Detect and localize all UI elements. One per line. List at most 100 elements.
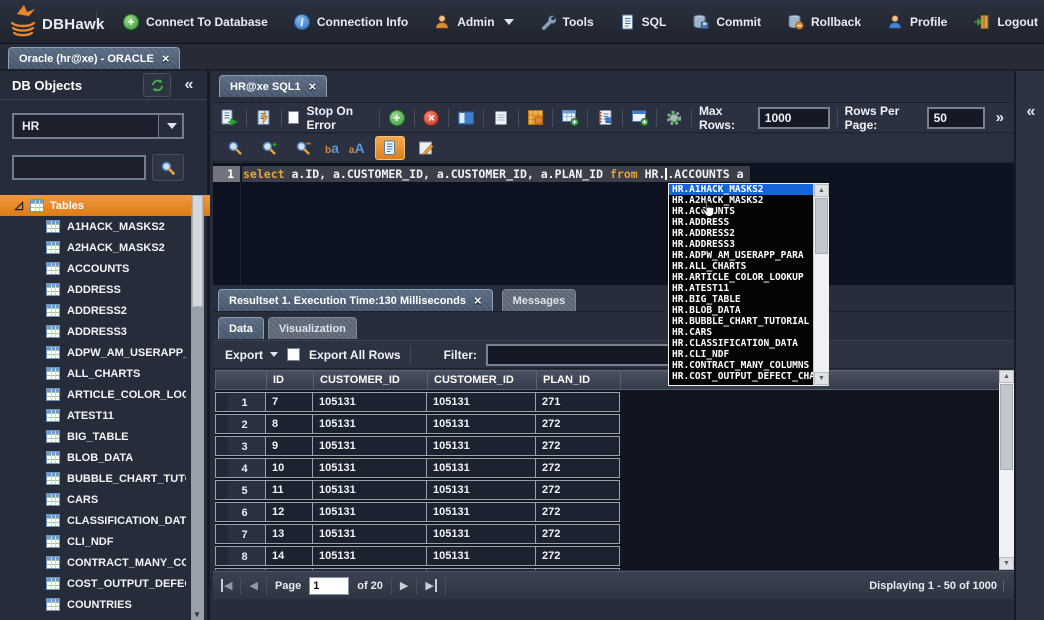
filter-input[interactable] <box>486 344 686 366</box>
refresh-button[interactable] <box>143 73 171 97</box>
autocomplete-item[interactable]: HR.BUBBLE_CHART_TUTORIAL <box>669 316 813 327</box>
scroll-down-icon[interactable]: ▼ <box>999 557 1014 570</box>
sidebar-search-input[interactable] <box>12 155 146 180</box>
nav-rollback[interactable]: Rollback <box>787 14 861 30</box>
cell-customer-id[interactable]: 105131 <box>312 568 427 570</box>
sql-code-line[interactable]: select a.ID, a.CUSTOMER_ID, a.CUSTOMER_I… <box>242 166 750 182</box>
cell-id[interactable]: 12 <box>265 502 313 522</box>
scroll-down-icon[interactable]: ▼ <box>814 372 829 385</box>
sidebar-item-table[interactable]: ARTICLE_COLOR_LOOKUP <box>0 384 186 405</box>
cell-id[interactable]: 11 <box>265 480 313 500</box>
cell-customer-id[interactable]: 105131 <box>312 502 427 522</box>
autocomplete-item[interactable]: HR.ATEST11 <box>669 283 813 294</box>
export-all-rows-checkbox[interactable] <box>287 348 300 361</box>
cell-customer-id-2[interactable]: 105131 <box>426 458 536 478</box>
nav-logout[interactable]: Logout <box>973 14 1038 30</box>
cell-plan-id[interactable]: 272 <box>535 524 620 544</box>
sql-history-button[interactable] <box>595 107 615 129</box>
sidebar-item-table[interactable]: ATEST11 <box>0 405 186 426</box>
autocomplete-item[interactable]: HR.CONTRACT_MANY_COLUMNS <box>669 360 813 371</box>
cell-customer-id-2[interactable]: 105131 <box>426 502 536 522</box>
tab-resultset-1[interactable]: Resultset 1. Execution Time:130 Millisec… <box>218 289 493 311</box>
column-header-customer-id[interactable]: CUSTOMER_ID <box>313 370 428 390</box>
cell-plan-id[interactable]: 272 <box>535 458 620 478</box>
cell-customer-id-2[interactable]: 105131 <box>426 436 536 456</box>
sidebar-item-table[interactable]: ACCOUNTS <box>0 258 186 279</box>
table-row[interactable]: 1 7 105131 105131 271 <box>215 392 1012 412</box>
cell-customer-id[interactable]: 105131 <box>312 524 427 544</box>
max-rows-input[interactable] <box>758 107 830 129</box>
dbhawk-logo[interactable]: DBHawk <box>8 2 105 40</box>
scroll-down-icon[interactable]: ▼ <box>193 610 201 619</box>
autocomplete-item[interactable]: HR.A2HACK_MASKS2 <box>669 195 813 206</box>
tree-scrollbar-thumb[interactable] <box>192 195 203 307</box>
sidebar-item-table[interactable]: BIG_TABLE <box>0 426 186 447</box>
sidebar-item-table[interactable]: CLI_NDF <box>0 531 186 552</box>
scroll-up-icon[interactable]: ▲ <box>999 370 1014 383</box>
settings-button[interactable] <box>664 107 684 129</box>
tab-data[interactable]: Data <box>218 317 264 339</box>
document-button[interactable] <box>491 107 511 129</box>
page-number-input[interactable] <box>309 577 349 595</box>
cell-customer-id-2[interactable]: 105131 <box>426 568 536 570</box>
column-header-customer-id-2[interactable]: CUSTOMER_ID <box>427 370 537 390</box>
sidebar-item-table[interactable]: ADDRESS3 <box>0 321 186 342</box>
cell-plan-id[interactable]: 272 <box>535 568 620 570</box>
nav-profile[interactable]: Profile <box>887 14 947 30</box>
autocomplete-item[interactable]: HR.ARTICLE_COLOR_LOOKUP <box>669 272 813 283</box>
lowercase-button[interactable]: ba <box>325 140 339 156</box>
cell-customer-id-2[interactable]: 105131 <box>426 546 536 566</box>
autocomplete-item[interactable]: HR.COST_OUTPUT_DEFECT_CHA <box>669 371 813 382</box>
run-sql-button[interactable] <box>219 107 239 129</box>
first-page-button[interactable]: ◀ <box>221 579 232 592</box>
zoom-in-button[interactable] <box>257 137 281 159</box>
new-result-panel-button[interactable] <box>456 107 476 129</box>
nav-tools[interactable]: Tools <box>540 14 594 30</box>
cell-plan-id[interactable]: 271 <box>535 392 620 412</box>
autocomplete-item[interactable]: HR.BIG_TABLE <box>669 294 813 305</box>
nav-admin[interactable]: Admin <box>434 14 513 30</box>
uppercase-button[interactable]: aA <box>349 140 365 156</box>
sidebar-item-table[interactable]: BLOB_DATA <box>0 447 186 468</box>
table-row[interactable]: 4 10 105131 105131 272 <box>215 458 1012 478</box>
format-sql-button[interactable] <box>375 136 405 160</box>
table-row[interactable]: 8 14 105131 105131 272 <box>215 546 1012 566</box>
cell-id[interactable]: 13 <box>265 524 313 544</box>
insert-table-button[interactable] <box>560 107 580 129</box>
autocomplete-scrollbar[interactable]: ▲ ▼ <box>813 184 828 385</box>
cell-customer-id[interactable]: 105131 <box>312 546 427 566</box>
add-button[interactable]: + <box>387 107 407 129</box>
grid-scrollbar-thumb[interactable] <box>1000 384 1013 470</box>
autocomplete-item[interactable]: HR.ALL_CHARTS <box>669 261 813 272</box>
table-row[interactable]: 7 13 105131 105131 272 <box>215 524 1012 544</box>
sidebar-item-table[interactable]: ADPW_AM_USERAPP_PARA <box>0 342 186 363</box>
zoom-out-button[interactable] <box>291 137 315 159</box>
tab-oracle-connection[interactable]: Oracle (hr@xe) - ORACLE × <box>8 47 180 69</box>
sidebar-item-table[interactable]: A2HACK_MASKS2 <box>0 237 186 258</box>
tab-visualization[interactable]: Visualization <box>268 317 357 339</box>
tab-messages[interactable]: Messages <box>502 289 577 311</box>
find-button[interactable] <box>223 137 247 159</box>
cancel-query-button[interactable]: × <box>422 107 442 129</box>
tree-node-tables[interactable]: Tables <box>0 195 210 216</box>
nav-connection-info[interactable]: i Connection Info <box>294 14 408 30</box>
sidebar-item-table[interactable]: ALL_CHARTS <box>0 363 186 384</box>
table-row[interactable]: 3 9 105131 105131 272 <box>215 436 1012 456</box>
column-header-plan-id[interactable]: PLAN_ID <box>536 370 621 390</box>
cell-id[interactable]: 7 <box>265 392 313 412</box>
cell-id[interactable]: 15 <box>265 568 313 570</box>
cell-customer-id[interactable]: 105131 <box>312 392 427 412</box>
cell-customer-id[interactable]: 105131 <box>312 414 427 434</box>
edit-sql-button[interactable] <box>415 137 439 159</box>
cell-customer-id-2[interactable]: 105131 <box>426 524 536 544</box>
cell-plan-id[interactable]: 272 <box>535 546 620 566</box>
schema-select[interactable]: HR <box>12 113 184 139</box>
table-row[interactable]: 9 15 105131 105131 272 <box>215 568 1012 570</box>
nav-connect-to-database[interactable]: + Connect To Database <box>123 14 268 30</box>
cell-plan-id[interactable]: 272 <box>535 436 620 456</box>
grid-scrollbar[interactable]: ▲ ▼ <box>999 370 1014 570</box>
autocomplete-item[interactable]: HR.ACCOUNTS <box>669 206 813 217</box>
sidebar-item-table[interactable]: BUBBLE_CHART_TUTORIAL <box>0 468 186 489</box>
run-all-sql-button[interactable] <box>254 107 274 129</box>
autocomplete-item[interactable]: HR.BLOB_DATA <box>669 305 813 316</box>
